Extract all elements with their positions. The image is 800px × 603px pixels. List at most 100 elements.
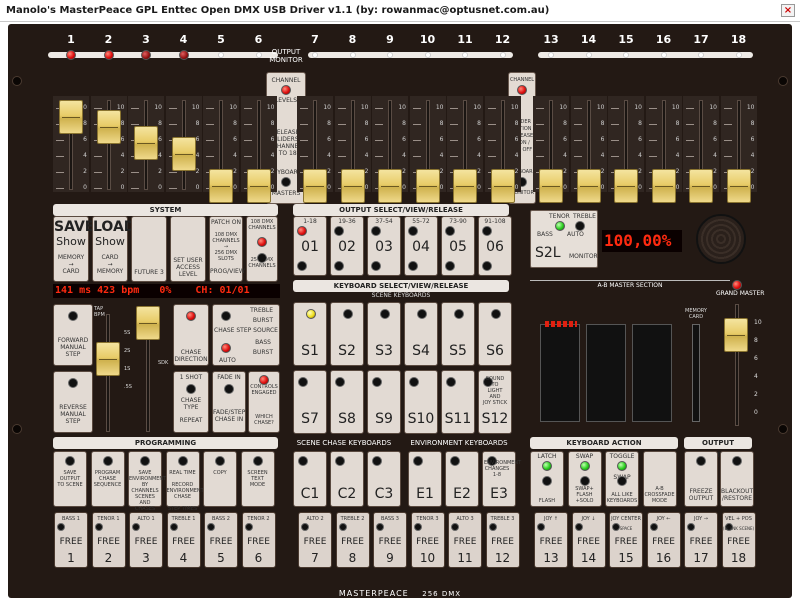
free-button-4[interactable]: TREBLE 1 FREE 4	[166, 512, 201, 568]
fader-cap[interactable]	[539, 169, 563, 203]
programming-button-1[interactable]: SAVE OUTPUT TO SCENE	[53, 451, 87, 507]
dmx-channels-button[interactable]: 108 DMX CHANNELS 256 DMX CHANNELS	[246, 216, 278, 282]
channel-fader-18[interactable]: 10 8 6 4 2 0	[720, 96, 757, 203]
channel-fader-16[interactable]: 10 8 6 4 2 0	[645, 96, 682, 203]
load-show-button[interactable]: LOAD Show CARD → MEMORY	[92, 216, 135, 282]
channel-fader-3[interactable]: 10 8 6 4 2 0	[128, 96, 164, 192]
free-button-10[interactable]: TENOR 3 FREE 10	[410, 512, 445, 568]
fader-cap[interactable]	[209, 169, 233, 203]
fader-cap[interactable]	[59, 100, 83, 134]
chase-keyboard-C2[interactable]: C2	[330, 451, 364, 507]
fader-cap[interactable]	[689, 169, 713, 203]
set-user-access-button[interactable]: SET USER ACCESS LEVEL	[170, 216, 206, 282]
channel-fader-13[interactable]: 10 8 6 4 2 0	[533, 96, 569, 203]
forward-step-button[interactable]: FORWARD MANUAL STEP	[53, 304, 93, 366]
channel-fader-11[interactable]: 10 8 6 4 2 0	[447, 96, 483, 203]
free-button-12[interactable]: TREBLE 3 FREE 12	[485, 512, 520, 568]
scene-keyboard-S6[interactable]: S6	[478, 302, 512, 366]
free-button-17[interactable]: JOY → FREE 17	[684, 512, 718, 568]
fader-cap[interactable]	[134, 126, 158, 160]
close-button[interactable]: ×	[781, 4, 795, 17]
future-3-button[interactable]: FUTURE 3	[131, 216, 167, 282]
fader-cap[interactable]	[614, 169, 638, 203]
output-select-button-04[interactable]: 55-72 04	[404, 216, 438, 276]
output-select-button-03[interactable]: 37-54 03	[367, 216, 401, 276]
scene-keyboard-S2[interactable]: S2	[330, 302, 364, 366]
fader-cap[interactable]	[415, 169, 440, 203]
channel-fader-1[interactable]: 10 8 6 4 2 0	[53, 96, 89, 192]
free-button-1[interactable]: BASS 1 FREE 1	[54, 512, 88, 568]
channel-levels-led[interactable]	[281, 85, 291, 95]
keyboard-action-button-1[interactable]: LATCH FLASH	[530, 451, 564, 507]
keyboard-action-button-2[interactable]: SWAP SWAP+ FLASH +SOLO	[567, 451, 602, 507]
scene-keyboard-S4[interactable]: S4	[404, 302, 438, 366]
scene-keyboard-S8[interactable]: S8	[330, 370, 364, 434]
scene-keyboard-S5[interactable]: S5	[441, 302, 475, 366]
free-button-15[interactable]: JOY CENTER SPACE FREE 15	[609, 512, 643, 568]
programming-button-6[interactable]: SCREEN TEXT MODE	[240, 451, 275, 507]
output-select-button-06[interactable]: 91-108 06	[478, 216, 512, 276]
fader-cap[interactable]	[726, 169, 751, 203]
tap-fader-cap[interactable]	[96, 342, 120, 376]
blackout-button[interactable]: BLACKOUT /RESTORE	[720, 451, 754, 507]
channel-fader-4[interactable]: 10 8 6 4 2 0	[165, 96, 202, 192]
chase-keyboard-E2[interactable]: E2	[445, 451, 479, 507]
fader-cap[interactable]	[246, 169, 271, 203]
grand-master-cap[interactable]	[724, 318, 748, 352]
output-select-button-02[interactable]: 19-36 02	[330, 216, 364, 276]
slider-action-led[interactable]	[517, 85, 527, 95]
channel-fader-7[interactable]: 10 8 6 4 2 0	[297, 96, 333, 203]
fader-cap[interactable]	[453, 169, 477, 203]
keyboard-action-button-3[interactable]: TOGGLESWAPALL LIKE KEYBOARDS	[605, 451, 639, 507]
chase-keyboard-C1[interactable]: C1	[293, 451, 327, 507]
chase-keyboard-C3[interactable]: C3	[367, 451, 401, 507]
fader-cap[interactable]	[171, 137, 196, 171]
fader-cap[interactable]	[576, 169, 601, 203]
free-button-5[interactable]: BASS 2 FREE 5	[204, 512, 238, 568]
freeze-output-button[interactable]: FREEZE OUTPUT	[684, 451, 718, 507]
programming-button-3[interactable]: SAVE ENVIRONMENT BY CHANNELS SCENES AND …	[128, 451, 166, 512]
scene-keyboard-S9[interactable]: S9	[367, 370, 401, 434]
programming-button-4[interactable]: REAL TIME RECORD ENVIRONMENT CHASE STEP …	[165, 451, 204, 512]
fader-cap[interactable]	[96, 110, 121, 144]
free-button-6[interactable]: TENOR 2 FREE 6	[241, 512, 276, 568]
channel-fader-6[interactable]: 10 8 6 4 2 0	[240, 96, 277, 203]
chase-step-source-button[interactable]: TREBLE BURST CHASE STEP SOURCE BASS BURS…	[212, 304, 280, 366]
fader-cap[interactable]	[303, 169, 327, 203]
controls-engaged-button[interactable]: CONTROLS ENGAGED WHICH CHASE?	[248, 371, 280, 433]
fade-in-button[interactable]: FADE IN FADE/STEP CHASE IN	[212, 371, 246, 433]
output-select-button-05[interactable]: 73-90 05	[441, 216, 475, 276]
free-button-18[interactable]: VEL + POS (BLANK SCENE) FREE 18	[721, 512, 756, 568]
save-show-button[interactable]: SAVE Show MEMORY → CARD	[53, 216, 94, 282]
channel-fader-10[interactable]: 10 8 6 4 2 0	[409, 96, 446, 203]
channel-fader-15[interactable]: 10 8 6 4 2 0	[608, 96, 644, 203]
free-button-11[interactable]: ALTO 3 FREE 11	[448, 512, 482, 568]
free-button-16[interactable]: JOY ← FREE 16	[646, 512, 681, 568]
scene-keyboard-S1[interactable]: S1	[293, 302, 327, 366]
programming-button-2[interactable]: PROGRAM CHASE SEQUENCE	[90, 451, 125, 507]
chase-direction-button[interactable]: CHASE DIRECTION	[173, 304, 209, 366]
chase-type-button[interactable]: 1 SHOT CHASE TYPE REPEAT	[173, 371, 209, 433]
channel-fader-14[interactable]: 10 8 6 4 2 0	[570, 96, 607, 203]
memory-card-slot[interactable]	[692, 324, 700, 422]
free-button-3[interactable]: ALTO 1 FREE 3	[129, 512, 163, 568]
scene-keyboard-S3[interactable]: S3	[367, 302, 401, 366]
channel-fader-2[interactable]: 10 8 6 4 2 0	[90, 96, 127, 192]
scene-keyboard-S7[interactable]: S7	[293, 370, 327, 434]
channel-fader-5[interactable]: 10 8 6 4 2 0	[203, 96, 239, 203]
chase-keyboard-E1[interactable]: E1	[408, 451, 442, 507]
scene-keyboard-S10[interactable]: S10	[404, 370, 438, 434]
crossfade-pad-c[interactable]	[632, 324, 672, 422]
chase-speed-cap[interactable]	[136, 306, 160, 340]
channel-fader-9[interactable]: 10 8 6 4 2 0	[372, 96, 408, 203]
free-button-7[interactable]: ALTO 2 FREE 7	[298, 512, 332, 568]
fader-cap[interactable]	[340, 169, 365, 203]
keyboard-masters-led[interactable]	[281, 177, 291, 187]
crossfade-pad-a[interactable]	[540, 321, 580, 422]
keyboard-action-button-4[interactable]: A-B CROSSFADE MODE	[642, 451, 677, 507]
free-button-14[interactable]: JOY ↓ FREE 14	[571, 512, 606, 568]
programming-button-5[interactable]: COPY	[203, 451, 237, 507]
free-button-2[interactable]: TENOR 1 FREE 2	[91, 512, 126, 568]
reverse-step-button[interactable]: REVERSE MANUAL STEP	[53, 371, 93, 433]
fader-cap[interactable]	[651, 169, 676, 203]
